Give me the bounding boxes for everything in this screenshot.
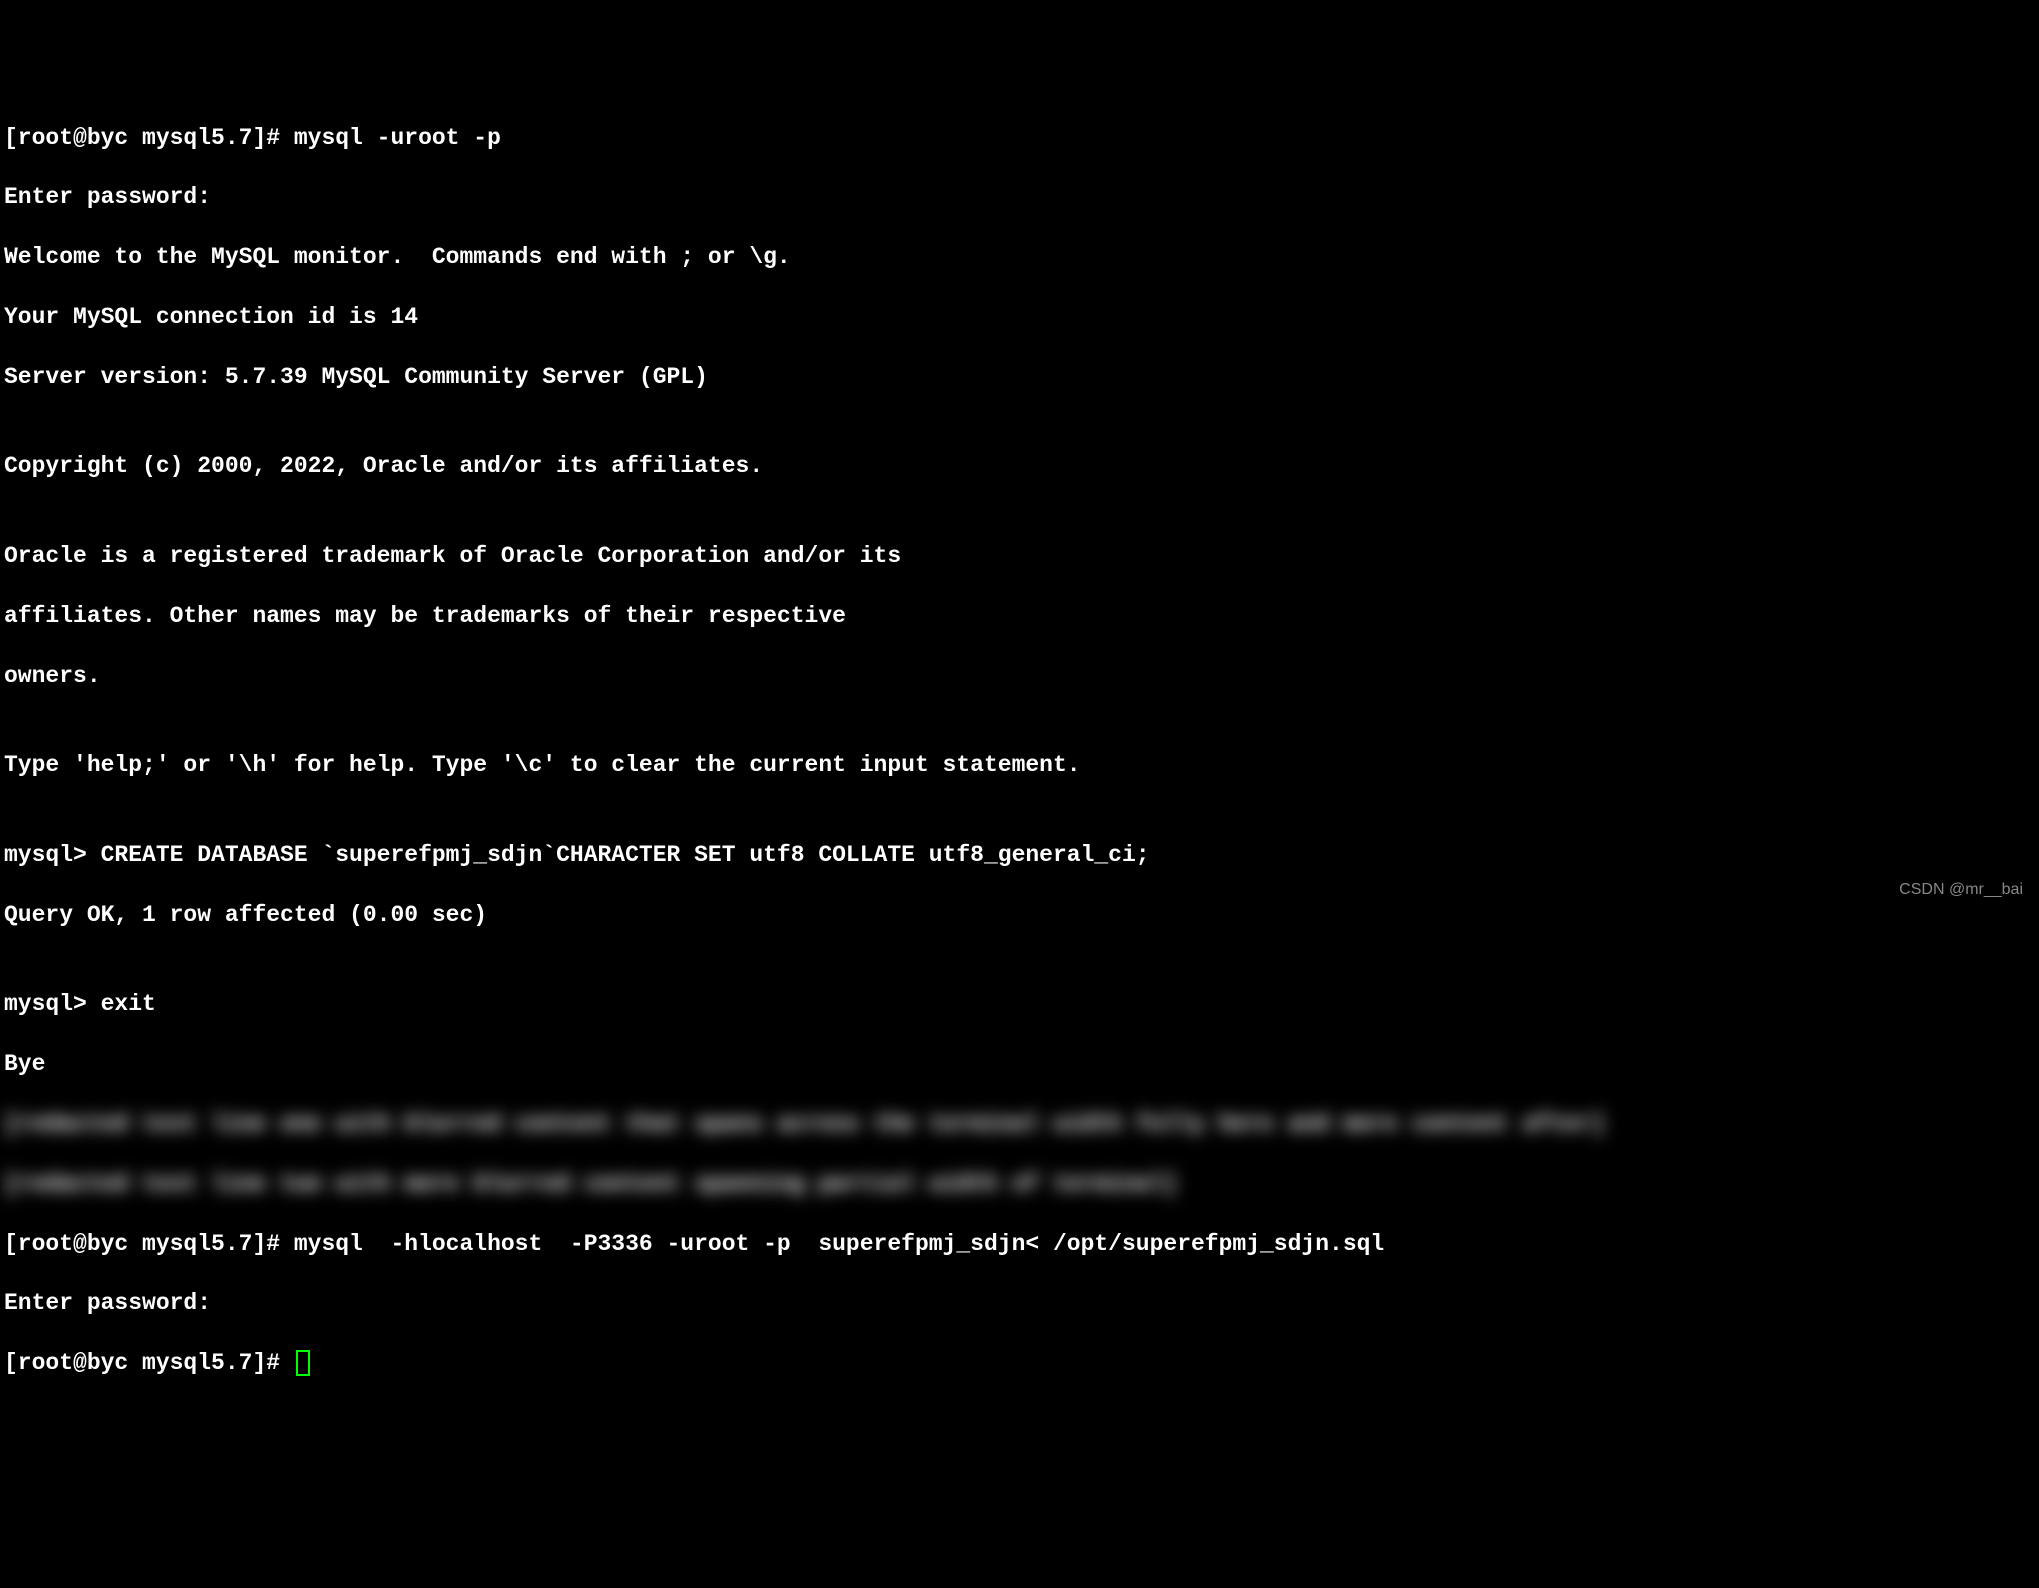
prompt-line: [root@byc mysql5.7]# mysql -uroot -p [4,124,2035,154]
redacted-line: [redacted text line one with blurred con… [4,1110,2035,1140]
output-line: owners. [4,662,2035,692]
output-line: Oracle is a registered trademark of Orac… [4,542,2035,572]
prompt-line: [root@byc mysql5.7]# mysql -hlocalhost -… [4,1230,2035,1260]
output-line: Type 'help;' or '\h' for help. Type '\c'… [4,751,2035,781]
redacted-line: [redacted text line two with more blurre… [4,1170,2035,1200]
mysql-prompt-line: mysql> exit [4,990,2035,1020]
output-line: Query OK, 1 row affected (0.00 sec) [4,901,2035,931]
mysql-prompt-line: mysql> CREATE DATABASE `superefpmj_sdjn`… [4,841,2035,871]
terminal-output[interactable]: [root@byc mysql5.7]# mysql -uroot -p Ent… [4,124,2035,1379]
output-line: Bye [4,1050,2035,1080]
output-line: Your MySQL connection id is 14 [4,303,2035,333]
output-line: Enter password: [4,183,2035,213]
output-line: Copyright (c) 2000, 2022, Oracle and/or … [4,452,2035,482]
watermark: CSDN @mr__bai [1899,880,2023,901]
output-line: Welcome to the MySQL monitor. Commands e… [4,243,2035,273]
output-line: affiliates. Other names may be trademark… [4,602,2035,632]
cursor-icon [296,1350,310,1376]
prompt-line: [root@byc mysql5.7]# [4,1349,2035,1379]
output-line: Server version: 5.7.39 MySQL Community S… [4,363,2035,393]
output-line: Enter password: [4,1289,2035,1319]
